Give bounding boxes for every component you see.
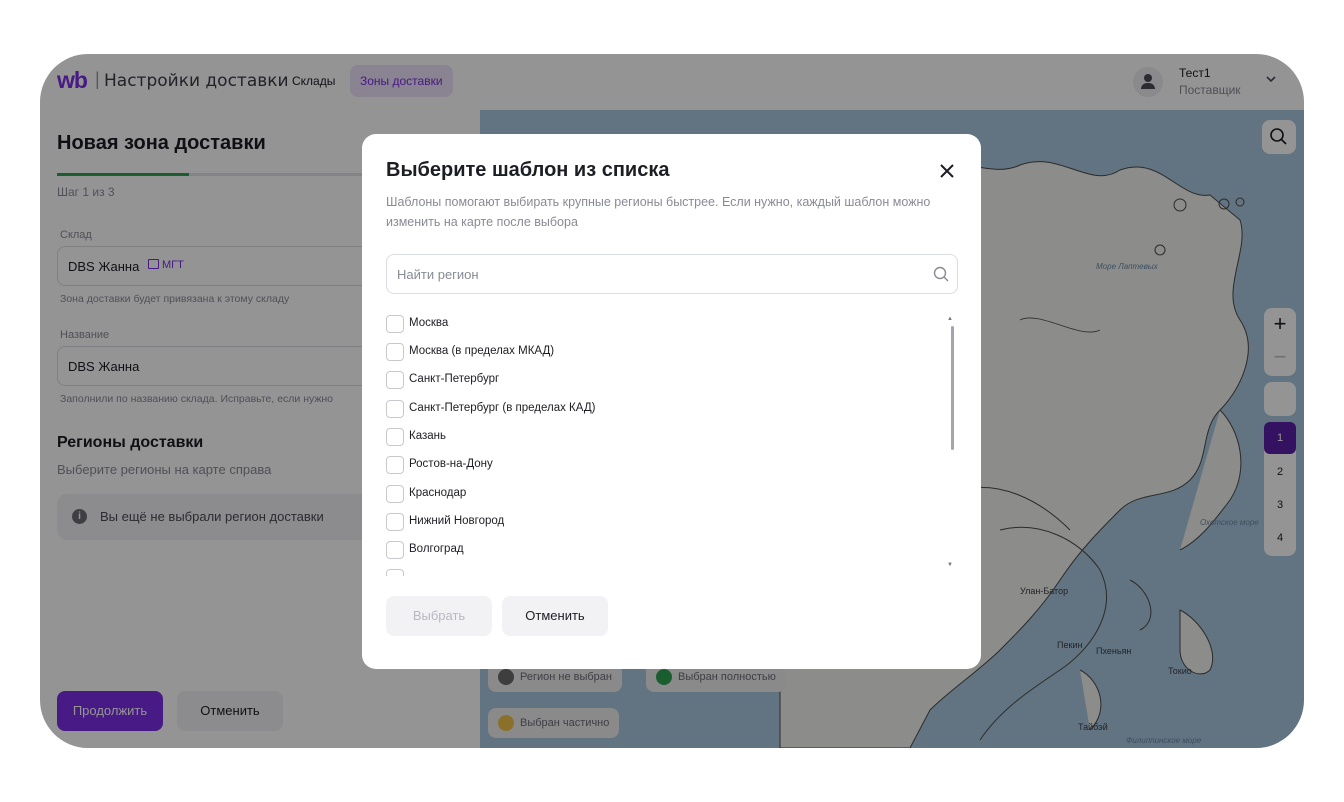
- checkbox[interactable]: [386, 569, 404, 576]
- region-label: Санкт-Петербург: [409, 373, 500, 385]
- checkbox[interactable]: [386, 400, 404, 418]
- checkbox[interactable]: [386, 343, 404, 361]
- checkbox[interactable]: [386, 456, 404, 474]
- region-label: Казань: [409, 430, 446, 442]
- region-item[interactable]: Санкт-Петербург (в пределах КАД): [386, 399, 926, 421]
- checkbox[interactable]: [386, 513, 404, 531]
- region-list[interactable]: Москва Москва (в пределах МКАД) Санкт-Пе…: [386, 314, 946, 576]
- region-label: Краснодар: [409, 487, 467, 499]
- modal-title: Выберите шаблон из списка: [386, 159, 670, 181]
- region-item[interactable]: Волгоград: [386, 540, 926, 562]
- modal-description: Шаблоны помогают выбирать крупные регион…: [386, 195, 931, 229]
- region-item[interactable]: Санкт-Петербург: [386, 370, 926, 392]
- checkbox[interactable]: [386, 315, 404, 333]
- region-item[interactable]: Ростов-на-Дону: [386, 455, 926, 477]
- checkbox[interactable]: [386, 541, 404, 559]
- region-label: Санкт-Петербург (в пределах КАД): [409, 402, 596, 414]
- close-icon[interactable]: [936, 160, 958, 182]
- select-button[interactable]: Выбрать: [386, 596, 492, 636]
- checkbox[interactable]: [386, 371, 404, 389]
- scroll-down-arrow[interactable]: ▼: [947, 562, 953, 568]
- region-item[interactable]: Краснодар: [386, 484, 926, 506]
- region-label: Ростов-на-Дону: [409, 458, 493, 470]
- modal-cancel-button[interactable]: Отменить: [502, 596, 608, 636]
- template-modal: Выберите шаблон из списка Шаблоны помога…: [362, 134, 981, 669]
- checkbox[interactable]: [386, 485, 404, 503]
- region-item[interactable]: Москва: [386, 314, 926, 336]
- region-label: Москва: [409, 317, 449, 329]
- region-label: Нижний Новгород: [409, 515, 505, 527]
- region-item-partial[interactable]: [386, 568, 926, 576]
- region-item[interactable]: Нижний Новгород: [386, 512, 926, 534]
- scroll-up-arrow[interactable]: ▲: [947, 316, 953, 322]
- search-placeholder: Найти регион: [397, 267, 479, 282]
- region-label: Волгоград: [409, 543, 464, 555]
- checkbox[interactable]: [386, 428, 404, 446]
- scrollbar-thumb[interactable]: [951, 326, 954, 450]
- region-item[interactable]: Казань: [386, 427, 926, 449]
- region-label: Москва (в пределах МКАД): [409, 345, 555, 357]
- search-icon: [933, 266, 949, 282]
- region-item[interactable]: Москва (в пределах МКАД): [386, 342, 926, 364]
- region-search-input[interactable]: Найти регион: [386, 254, 958, 294]
